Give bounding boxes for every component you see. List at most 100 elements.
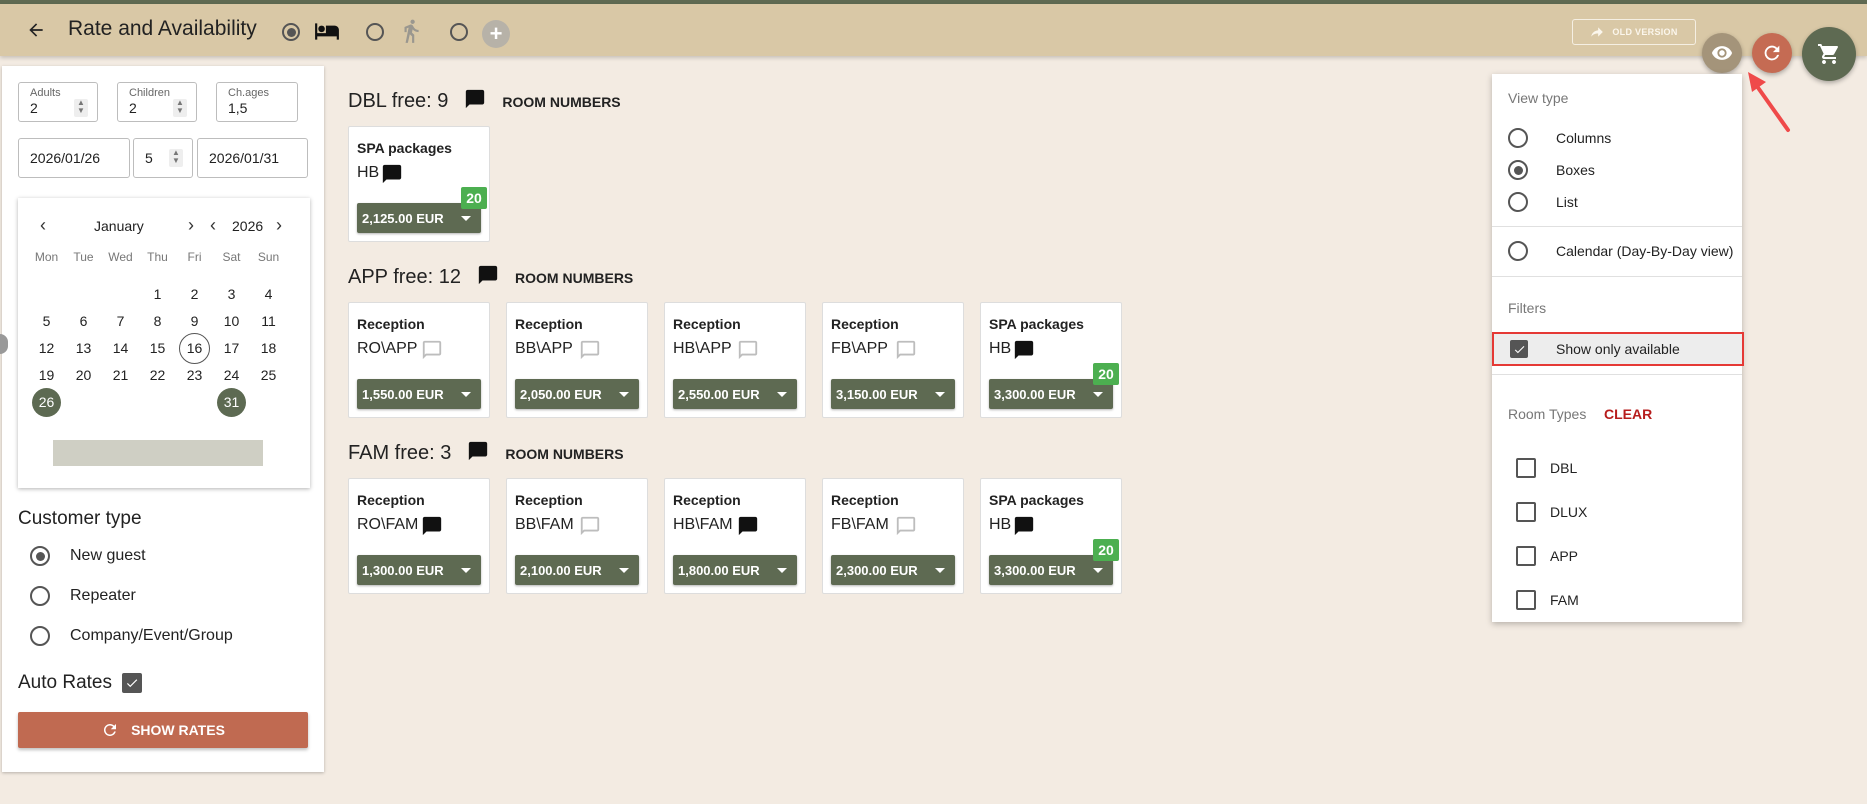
radio-repeater[interactable]	[30, 586, 50, 606]
children-stepper[interactable]: ▲ ▼	[173, 99, 187, 117]
clear-room-types-button[interactable]: CLEAR	[1604, 406, 1652, 422]
customer-type-new-guest[interactable]: New guest	[30, 546, 146, 566]
next-year-icon[interactable]: ›	[276, 216, 282, 234]
boxes-label: Boxes	[1556, 162, 1595, 178]
calendar-day[interactable]: 26	[28, 386, 65, 418]
view-option-calendar[interactable]: Calendar (Day-By-Day view)	[1508, 241, 1733, 261]
arrival-date-field[interactable]: 2026/01/26	[18, 138, 130, 178]
radio-calendar[interactable]	[1508, 241, 1528, 261]
view-options-button[interactable]	[1702, 33, 1742, 73]
price-dropdown-button[interactable]: 2,050.00 EUR	[515, 379, 639, 409]
calendar-day[interactable]: 25	[250, 359, 287, 391]
radio-list[interactable]	[1508, 192, 1528, 212]
departure-date-field[interactable]: 2026/01/31	[197, 138, 308, 178]
children-value[interactable]: 2	[129, 100, 137, 116]
app-bar: Rate and Availability + OLD VERSION	[0, 4, 1867, 56]
calendar-year[interactable]: 2026	[232, 218, 263, 234]
comment-icon[interactable]	[464, 88, 486, 115]
room-numbers-button[interactable]: ROOM NUMBERS	[515, 270, 633, 286]
price-dropdown-button[interactable]: 2,100.00 EUR	[515, 555, 639, 585]
comment-icon[interactable]	[381, 163, 403, 190]
price-dropdown-button[interactable]: 1,300.00 EUR	[357, 555, 481, 585]
auto-rates-checkbox[interactable]	[122, 673, 142, 693]
nights-field[interactable]: 5 ▲ ▼	[133, 138, 193, 178]
view-option-columns[interactable]: Columns	[1508, 128, 1611, 148]
back-button[interactable]	[22, 16, 50, 44]
refresh-button[interactable]	[1752, 33, 1792, 73]
prev-month-icon[interactable]: ‹	[40, 216, 46, 234]
comment-icon[interactable]	[579, 339, 601, 366]
room-type-checkbox[interactable]	[1516, 590, 1536, 610]
mode-radio-add[interactable]	[450, 23, 468, 41]
comment-icon[interactable]	[737, 339, 759, 366]
comment-icon[interactable]	[895, 515, 917, 542]
radio-boxes[interactable]	[1508, 160, 1528, 180]
cart-button[interactable]	[1802, 27, 1856, 81]
price-dropdown-button[interactable]: 1,800.00 EUR	[673, 555, 797, 585]
comment-icon[interactable]	[579, 515, 601, 542]
comment-icon[interactable]	[477, 264, 499, 291]
price-dropdown-button[interactable]: 1,550.00 EUR	[357, 379, 481, 409]
comment-icon[interactable]	[737, 515, 759, 542]
show-rates-button[interactable]: SHOW RATES	[18, 712, 308, 748]
panel-collapse-handle[interactable]	[0, 334, 8, 354]
room-type-filter[interactable]: APP	[1516, 546, 1578, 566]
next-month-icon[interactable]: ›	[188, 216, 194, 234]
view-option-boxes[interactable]: Boxes	[1508, 160, 1595, 180]
calendar-day-label: 23	[186, 367, 203, 383]
availability-badge: 20	[1093, 363, 1119, 385]
comment-icon[interactable]	[421, 515, 443, 542]
calendar-day-label: 18	[260, 340, 277, 356]
children-field[interactable]: Children 2 ▲ ▼	[117, 82, 197, 122]
comment-icon[interactable]	[1013, 515, 1035, 542]
price-dropdown-button[interactable]: 2,300.00 EUR	[831, 555, 955, 585]
room-type-filter[interactable]: DLUX	[1516, 502, 1587, 522]
calendar-day[interactable]: 31	[213, 386, 250, 418]
room-numbers-button[interactable]: ROOM NUMBERS	[505, 446, 623, 462]
customer-type-repeater[interactable]: Repeater	[30, 586, 136, 606]
departure-date-value[interactable]: 2026/01/31	[209, 150, 279, 166]
old-version-button[interactable]: OLD VERSION	[1572, 19, 1696, 45]
adults-stepper[interactable]: ▲ ▼	[74, 99, 88, 117]
room-type-checkbox[interactable]	[1516, 502, 1536, 522]
show-only-available-checkbox[interactable]	[1510, 340, 1528, 358]
view-option-list[interactable]: List	[1508, 192, 1578, 212]
room-type-checkbox[interactable]	[1516, 458, 1536, 478]
calendar-day[interactable]: 28	[102, 386, 139, 418]
calendar-day-label: 11	[261, 313, 276, 329]
calendar-day[interactable]: 27	[65, 386, 102, 418]
price-dropdown-button[interactable]: 3,150.00 EUR	[831, 379, 955, 409]
calendar-day[interactable]: 29	[139, 386, 176, 418]
radio-columns[interactable]	[1508, 128, 1528, 148]
room-type-filter[interactable]: DBL	[1516, 458, 1577, 478]
add-icon[interactable]: +	[482, 20, 510, 48]
show-only-available-row[interactable]: Show only available	[1492, 332, 1744, 366]
price-value: 2,300.00 EUR	[836, 562, 918, 578]
prev-year-icon[interactable]: ‹	[210, 216, 216, 234]
comment-icon[interactable]	[1013, 339, 1035, 366]
radio-new-guest[interactable]	[30, 546, 50, 566]
children-ages-value[interactable]: 1,5	[228, 100, 247, 116]
comment-icon[interactable]	[895, 339, 917, 366]
room-type-filter[interactable]: FAM	[1516, 590, 1579, 610]
radio-company[interactable]	[30, 626, 50, 646]
calendar-month[interactable]: January	[94, 218, 144, 234]
arrival-date-value[interactable]: 2026/01/26	[30, 150, 100, 166]
nights-stepper[interactable]: ▲ ▼	[169, 149, 183, 167]
rate-card-plan: FB\APP	[831, 340, 888, 357]
adults-field[interactable]: Adults 2 ▲ ▼	[18, 82, 98, 122]
mode-radio-rooms[interactable]	[282, 23, 300, 41]
room-type-checkbox[interactable]	[1516, 546, 1536, 566]
children-ages-field[interactable]: Ch.ages 1,5	[216, 82, 298, 122]
comment-icon[interactable]	[421, 339, 443, 366]
rate-card-plan: HB	[989, 516, 1012, 533]
adults-value[interactable]: 2	[30, 100, 38, 116]
mode-radio-walkin[interactable]	[366, 23, 384, 41]
refresh-icon	[1764, 45, 1780, 61]
comment-icon[interactable]	[467, 440, 489, 467]
customer-type-company[interactable]: Company/Event/Group	[30, 626, 233, 646]
nights-value[interactable]: 5	[145, 150, 153, 166]
calendar-day[interactable]: 30	[176, 386, 213, 418]
price-dropdown-button[interactable]: 2,550.00 EUR	[673, 379, 797, 409]
room-numbers-button[interactable]: ROOM NUMBERS	[502, 94, 620, 110]
